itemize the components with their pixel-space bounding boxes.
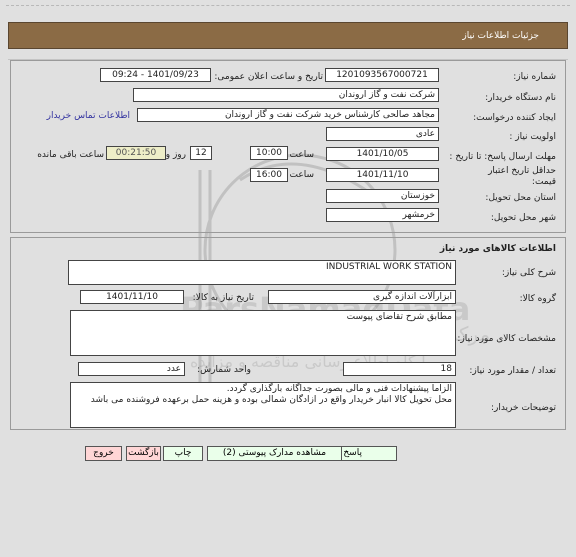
- priority-label: اولویت نیاز :: [509, 132, 556, 142]
- city-label: شهر محل تحویل:: [490, 213, 556, 223]
- need-date-label: تاریخ نیاز به کالا:: [192, 293, 254, 303]
- need-number-field: 1201093567000721: [325, 68, 439, 82]
- remaining-label: ساعت باقی مانده: [37, 150, 104, 160]
- page-title: جزئیات اطلاعات نیاز: [462, 31, 539, 41]
- validity-time-label: ساعت: [289, 170, 315, 180]
- announce-datetime-field: 1401/09/23 - 09:24: [100, 68, 211, 82]
- days-label: روز و: [165, 150, 186, 160]
- group-field: ابزارآلات اندازه گیری: [268, 290, 456, 304]
- quantity-label: تعداد / مقدار مورد نیاز:: [469, 366, 556, 376]
- specs-label: مشخصات کالای مورد نیاز:: [457, 334, 556, 344]
- days-remaining-field: 12: [190, 146, 212, 160]
- announce-datetime-label: تاریخ و ساعت اعلان عمومی:: [214, 72, 323, 82]
- validity-label: حداقل تاریخ اعتبار قیمت:: [488, 166, 556, 187]
- priority-field: عادی: [326, 127, 439, 141]
- need-date-field: 1401/11/10: [80, 290, 184, 304]
- buyer-org-field: شرکت نفت و گاز اروندان: [133, 88, 439, 102]
- province-label: استان محل تحویل:: [485, 193, 556, 203]
- deadline-time-label: ساعت: [289, 150, 315, 160]
- back-button[interactable]: بازگشت: [126, 446, 161, 461]
- validity-date-field: 1401/11/10: [326, 168, 439, 182]
- buyer-notes-field: الزاما پیشنهادات فنی و مالی بصورت جداگان…: [70, 382, 456, 428]
- top-divider: [6, 5, 570, 6]
- validity-time-field: 16:00: [250, 168, 288, 182]
- province-field: خوزستان: [326, 189, 439, 203]
- buyer-notes-line-1: الزاما پیشنهادات فنی و مالی بصورت جداگان…: [226, 384, 452, 394]
- page-header: جزئیات اطلاعات نیاز: [8, 22, 568, 49]
- time-remaining-field: 00:21:50: [106, 146, 166, 160]
- quantity-field: 18: [343, 362, 456, 376]
- summary-field: INDUSTRIAL WORK STATION: [68, 260, 456, 285]
- buyer-org-label: نام دستگاه خریدار:: [485, 93, 556, 103]
- need-info-panel: [10, 60, 566, 233]
- print-button[interactable]: چاپ: [163, 446, 203, 461]
- view-attachments-button[interactable]: مشاهده مدارک پیوستی (2): [207, 446, 342, 461]
- buyer-contact-link[interactable]: اطلاعات تماس خریدار: [47, 111, 130, 121]
- summary-label: شرح کلی نیاز:: [501, 268, 556, 278]
- need-number-label: شماره نیاز:: [513, 72, 556, 82]
- deadline-date-field: 1401/10/05: [326, 147, 439, 161]
- specs-field: مطابق شرح تقاضای پیوست: [70, 310, 456, 356]
- deadline-time-field: 10:00: [250, 146, 288, 160]
- creator-label: ایجاد کننده درخواست:: [473, 113, 556, 123]
- unit-label: واحد شمارش:: [197, 365, 251, 375]
- group-label: گروه کالا:: [519, 294, 556, 304]
- goods-section-title: اطلاعات کالاهای مورد نیاز: [439, 244, 556, 254]
- buyer-notes-label: توضیحات خریدار:: [490, 403, 556, 413]
- buyer-notes-line-2: محل تحویل کالا انبار خریدار واقع در ازاد…: [90, 395, 452, 405]
- creator-field: مجاهد صالحی کارشناس خرید شرکت نفت و گاز …: [137, 108, 439, 122]
- deadline-label: مهلت ارسال پاسخ: تا تاریخ :: [449, 152, 556, 162]
- city-field: خرمشهر: [326, 208, 439, 222]
- unit-field: عدد: [78, 362, 185, 376]
- exit-button[interactable]: خروج: [85, 446, 122, 461]
